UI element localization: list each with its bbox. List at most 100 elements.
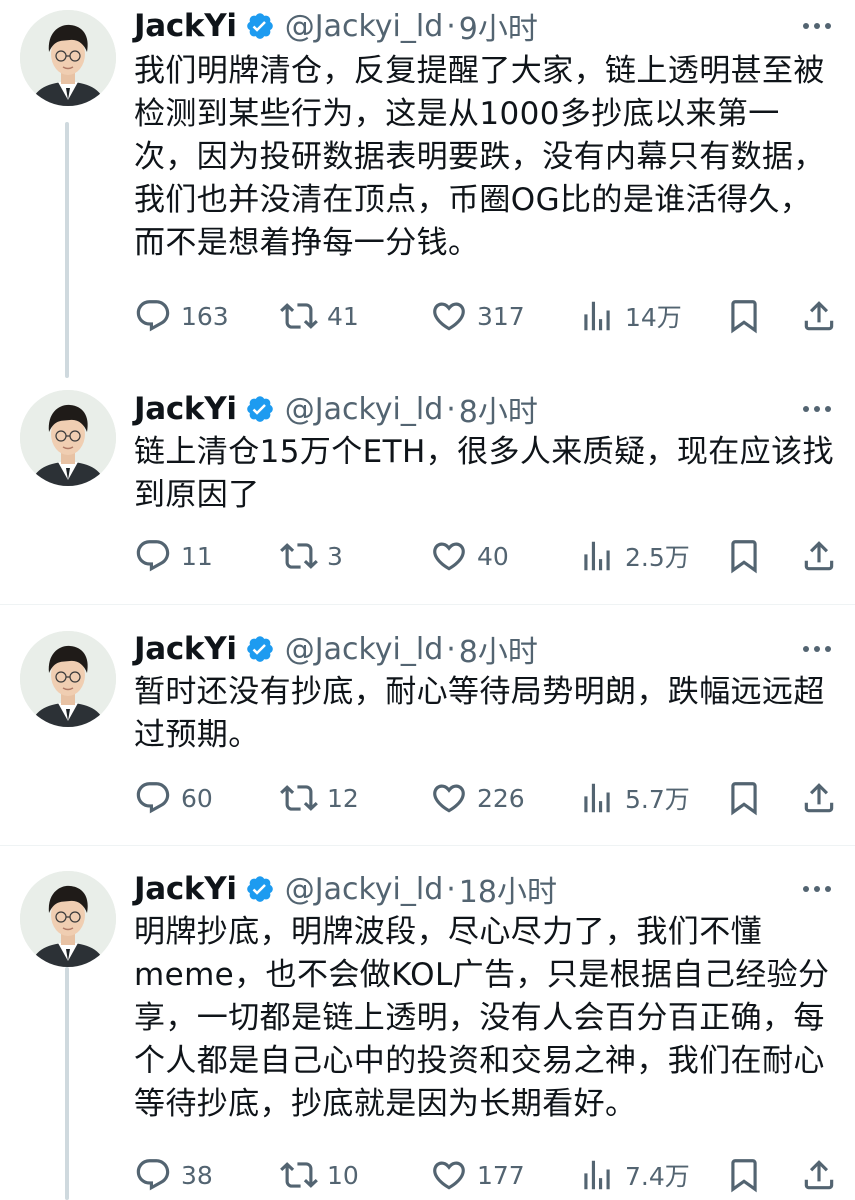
avatar[interactable]	[20, 10, 116, 106]
verified-badge-icon	[245, 874, 275, 904]
retweet-button[interactable]: 10	[280, 1155, 359, 1195]
avatar[interactable]	[20, 631, 116, 727]
more-options-icon[interactable]	[803, 23, 831, 29]
verified-badge-icon	[245, 394, 275, 424]
retweet-icon	[280, 1156, 318, 1194]
bookmark-icon	[725, 1156, 763, 1194]
author-name[interactable]: JackYi	[134, 391, 237, 427]
author-handle[interactable]: @Jackyi_ld	[285, 392, 444, 427]
bookmark-icon	[725, 779, 763, 817]
separator-dot: ·	[446, 631, 456, 667]
retweet-button[interactable]: 3	[280, 536, 343, 576]
reply-icon	[134, 297, 172, 335]
bookmark-icon	[725, 537, 763, 575]
replies-count: 60	[181, 783, 213, 813]
views-button[interactable]: 7.4万	[578, 1155, 690, 1195]
views-count: 2.5万	[625, 543, 690, 572]
retweets-count: 10	[327, 1160, 359, 1190]
tweet-header: JackYi @Jackyi_ld · 18小时	[134, 867, 557, 911]
timestamp[interactable]: 8小时	[459, 387, 538, 431]
like-button[interactable]: 317	[430, 296, 525, 336]
views-icon	[578, 779, 616, 817]
retweets-count: 12	[327, 783, 359, 813]
views-button[interactable]: 14万	[578, 296, 682, 336]
share-button[interactable]	[800, 536, 838, 576]
thread-line	[65, 122, 69, 378]
tweet-text: 明牌抄底，明牌波段，尽心尽力了，我们不懂meme，也不会做KOL广告，只是根据自…	[134, 914, 830, 1122]
more-options-icon[interactable]	[803, 646, 831, 652]
tweet[interactable]: JackYi @Jackyi_ld · 18小时 明牌抄底，明牌波段，尽心尽力了，我们不…	[0, 845, 855, 1200]
reply-button[interactable]: 163	[134, 296, 229, 336]
reply-button[interactable]: 60	[134, 778, 213, 818]
retweet-icon	[280, 779, 318, 817]
likes-count: 317	[477, 301, 525, 331]
bookmark-button[interactable]	[725, 1155, 763, 1195]
bookmark-icon	[725, 297, 763, 335]
verified-badge-icon	[245, 634, 275, 664]
likes-count: 40	[477, 541, 509, 571]
share-button[interactable]	[800, 296, 838, 336]
author-name[interactable]: JackYi	[134, 631, 237, 667]
tweet-feed: JackYi @Jackyi_ld · 9小时 我们明牌清仓，反复提醒了大家，链上透明甚…	[0, 0, 855, 1200]
separator-dot: ·	[446, 871, 456, 907]
reply-icon	[134, 779, 172, 817]
tweet-header: JackYi @Jackyi_ld · 8小时	[134, 627, 538, 671]
tweet[interactable]: JackYi @Jackyi_ld · 9小时 我们明牌清仓，反复提醒了大家，链上透明甚…	[0, 0, 855, 378]
like-icon	[430, 297, 468, 335]
bookmark-button[interactable]	[725, 536, 763, 576]
tweet-text: 暂时还没有抄底，耐心等待局势明朗，跌幅远远超过预期。	[134, 674, 825, 753]
retweet-button[interactable]: 41	[280, 296, 359, 336]
views-button[interactable]: 5.7万	[578, 778, 690, 818]
avatar[interactable]	[20, 871, 116, 967]
reply-icon	[134, 537, 172, 575]
author-name[interactable]: JackYi	[134, 871, 237, 907]
share-icon	[800, 1156, 838, 1194]
tweet[interactable]: JackYi @Jackyi_ld · 8小时 暂时还没有抄底，耐心等待局势明朗，跌幅远…	[0, 605, 855, 845]
timestamp[interactable]: 18小时	[459, 867, 557, 911]
more-options-icon[interactable]	[803, 886, 831, 892]
views-count: 7.4万	[625, 1162, 690, 1191]
replies-count: 163	[181, 301, 229, 331]
views-count: 14万	[625, 303, 682, 332]
share-icon	[800, 297, 838, 335]
share-icon	[800, 537, 838, 575]
views-count: 5.7万	[625, 785, 690, 814]
reply-button[interactable]: 11	[134, 536, 213, 576]
retweet-icon	[280, 537, 318, 575]
views-icon	[578, 297, 616, 335]
separator-dot: ·	[446, 391, 456, 427]
timestamp[interactable]: 8小时	[459, 627, 538, 671]
share-button[interactable]	[800, 778, 838, 818]
author-handle[interactable]: @Jackyi_ld	[285, 872, 444, 907]
timestamp[interactable]: 9小时	[459, 4, 538, 48]
views-button[interactable]: 2.5万	[578, 536, 690, 576]
tweet-divider	[0, 845, 855, 846]
tweet[interactable]: JackYi @Jackyi_ld · 8小时 链上清仓15万个ETH，很多人来质疑，现…	[0, 360, 855, 605]
share-icon	[800, 779, 838, 817]
bookmark-button[interactable]	[725, 296, 763, 336]
tweet-divider	[0, 604, 855, 605]
share-button[interactable]	[800, 1155, 838, 1195]
tweet-actions: 163 41 317 14万	[134, 296, 834, 336]
retweet-button[interactable]: 12	[280, 778, 359, 818]
retweet-icon	[280, 297, 318, 335]
tweet-header: JackYi @Jackyi_ld · 8小时	[134, 387, 538, 431]
replies-count: 11	[181, 541, 213, 571]
verified-badge-icon	[245, 11, 275, 41]
like-button[interactable]: 177	[430, 1155, 525, 1195]
author-handle[interactable]: @Jackyi_ld	[285, 9, 444, 44]
views-icon	[578, 537, 616, 575]
reply-button[interactable]: 38	[134, 1155, 213, 1195]
avatar[interactable]	[20, 390, 116, 486]
likes-count: 226	[477, 783, 525, 813]
author-name[interactable]: JackYi	[134, 8, 237, 44]
bookmark-button[interactable]	[725, 778, 763, 818]
more-options-icon[interactable]	[803, 406, 831, 412]
tweet-actions: 38 10 177 7.4万	[134, 1155, 834, 1195]
author-handle[interactable]: @Jackyi_ld	[285, 632, 444, 667]
like-icon	[430, 779, 468, 817]
likes-count: 177	[477, 1160, 525, 1190]
like-button[interactable]: 226	[430, 778, 525, 818]
tweet-actions: 60 12 226 5.7万	[134, 778, 834, 818]
like-button[interactable]: 40	[430, 536, 509, 576]
